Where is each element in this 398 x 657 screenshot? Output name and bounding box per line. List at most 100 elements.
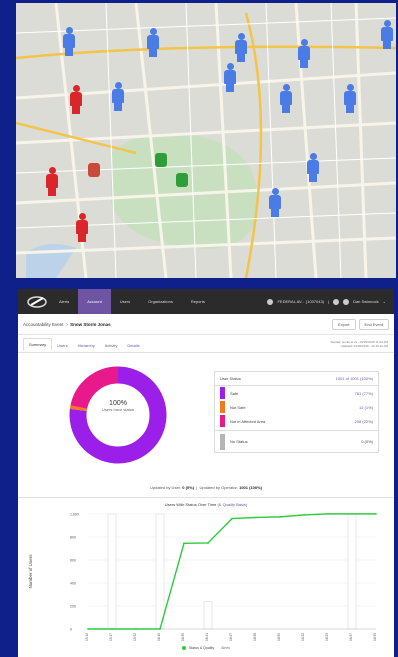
park-marker-icon[interactable]: [155, 153, 167, 167]
donut-subtitle: Users have status: [101, 407, 134, 412]
data-point[interactable]: [87, 628, 89, 630]
x-tick-label: 16:47: [229, 633, 233, 641]
chevron-down-icon[interactable]: ⌄: [383, 299, 386, 304]
status-label: Safe: [230, 390, 239, 396]
nav-alerts[interactable]: Alerts: [50, 289, 78, 314]
breadcrumb-parent[interactable]: Accountability Event: [23, 322, 64, 327]
status-label: Not in Affected Area: [230, 418, 266, 424]
end-event-button[interactable]: End Event: [358, 318, 389, 330]
status-row-no-status[interactable]: No Status 0 (0%): [215, 430, 378, 452]
legend-dot: [181, 646, 186, 651]
data-point[interactable]: [351, 512, 353, 515]
user-pin-icon[interactable]: [344, 84, 356, 114]
hazard-marker-icon[interactable]: [88, 163, 100, 177]
tab-details[interactable]: Details: [122, 340, 144, 351]
safe-swatch: [220, 387, 225, 399]
series-line[interactable]: [88, 513, 376, 630]
unsafe-user-pin-icon[interactable]: [70, 85, 82, 115]
gear-icon[interactable]: [333, 298, 340, 305]
x-tick-label: 16:23: [325, 633, 329, 641]
status-row-not-affected[interactable]: Not in Affected Area 208 (22%): [215, 414, 378, 428]
not-affected-swatch: [220, 415, 225, 427]
data-point[interactable]: [255, 516, 257, 519]
status-over-time-chart: Number of Users 1,000 800 600 400 200 0 15:42 15…: [28, 512, 377, 641]
status-label: Not Safe: [230, 404, 246, 410]
data-point[interactable]: [279, 515, 281, 518]
x-tick-label: 16:22: [301, 633, 305, 641]
y-tick-label: 600: [70, 559, 76, 563]
status-row-safe[interactable]: Safe 781 (77%): [215, 386, 378, 400]
org-selector[interactable]: FEDERAL AV... (1037043): [277, 299, 324, 304]
user-menu[interactable]: Dan Swinnock: [353, 299, 379, 304]
updated-by-user-label: Updated by User:: [149, 485, 182, 490]
nav-reports[interactable]: Reports: [182, 289, 214, 314]
user-pin-icon[interactable]: [63, 27, 75, 57]
data-point[interactable]: [231, 517, 233, 520]
no-status-swatch: [220, 433, 225, 450]
y-axis-label: Number of Users: [28, 554, 33, 589]
updated-by-user-value: 0 (0%): [182, 485, 195, 490]
user-status-header: User Status 1001 of 1001 (100%): [215, 372, 378, 386]
legend-status[interactable]: Status & Quality: [189, 646, 214, 650]
data-point[interactable]: [183, 542, 185, 545]
user-pin-icon[interactable]: [224, 63, 236, 93]
y-tick-label: 800: [70, 536, 76, 540]
status-row-not-safe[interactable]: Not Safe 12 (1%): [215, 400, 378, 414]
user-pin-icon[interactable]: [298, 39, 310, 69]
x-tick-label: 16:15: [157, 633, 161, 641]
user-status-value[interactable]: 1001 of 1001 (100%): [336, 376, 373, 381]
donut-center: 100% Users have status: [68, 400, 168, 412]
y-tick-label: 1,000: [70, 513, 79, 517]
x-tick-label: 15:42: [85, 633, 89, 641]
tab-summary[interactable]: Summary: [23, 338, 53, 351]
user-pin-icon[interactable]: [381, 20, 393, 50]
tab-bar: Summary Users Hierarchy Activity Details…: [18, 335, 394, 351]
data-point[interactable]: [327, 512, 329, 515]
legend-alerts[interactable]: Alerts: [221, 646, 230, 650]
user-status-label: User Status: [220, 376, 241, 381]
status-value[interactable]: 781 (77%): [355, 391, 373, 396]
alert-bar[interactable]: [107, 513, 117, 630]
export-button[interactable]: Export: [331, 318, 356, 330]
user-pin-icon[interactable]: [269, 188, 281, 218]
tab-activity[interactable]: Activity: [100, 340, 123, 351]
accountability-app: Alerts Account Users Organizations Repor…: [18, 289, 394, 657]
alert-bar[interactable]: [347, 513, 357, 630]
separator: |: [328, 299, 330, 304]
nav-organizations[interactable]: Organizations: [139, 289, 182, 314]
status-value[interactable]: 12 (1%): [359, 405, 373, 410]
alert-bar[interactable]: [203, 601, 213, 630]
logo-icon[interactable]: [24, 293, 50, 311]
clock-icon: [267, 298, 274, 305]
x-tick-label: 16:58: [253, 633, 257, 641]
tab-users[interactable]: Users: [52, 340, 72, 351]
x-tick-label: 15:47: [109, 633, 113, 641]
data-point[interactable]: [135, 628, 137, 630]
user-pin-icon[interactable]: [307, 153, 319, 183]
status-value[interactable]: 208 (22%): [355, 419, 373, 424]
tab-hierarchy[interactable]: Hierarchy: [73, 340, 100, 351]
user-pin-icon[interactable]: [147, 28, 159, 58]
unsafe-user-pin-icon[interactable]: [76, 213, 88, 243]
data-point[interactable]: [159, 628, 161, 630]
event-updated: Updated: 01/25/2016 - 11:46:12 AM: [340, 344, 388, 348]
summary-panel: 100% Users have status User Status 1001 …: [18, 352, 394, 497]
nav-account[interactable]: Account: [78, 289, 111, 314]
park-marker-icon[interactable]: [176, 173, 188, 187]
x-tick-label: 16:37: [349, 633, 353, 641]
data-point[interactable]: [303, 514, 305, 516]
user-pin-icon[interactable]: [235, 33, 247, 63]
user-status-table: User Status 1001 of 1001 (100%) Safe 781…: [214, 371, 379, 453]
user-pin-icon[interactable]: [280, 84, 292, 114]
unsafe-user-pin-icon[interactable]: [46, 167, 58, 197]
nav-users[interactable]: Users: [111, 289, 139, 314]
data-point[interactable]: [207, 542, 209, 544]
data-point[interactable]: [375, 512, 377, 515]
y-tick-label: 400: [70, 582, 76, 586]
map-view[interactable]: [16, 3, 396, 278]
data-point[interactable]: [111, 628, 113, 630]
help-icon[interactable]: [343, 298, 350, 305]
chart-title: Users With Status Over Time (& Quality B…: [18, 502, 394, 507]
user-pin-icon[interactable]: [112, 82, 124, 112]
alert-bar[interactable]: [155, 513, 165, 630]
